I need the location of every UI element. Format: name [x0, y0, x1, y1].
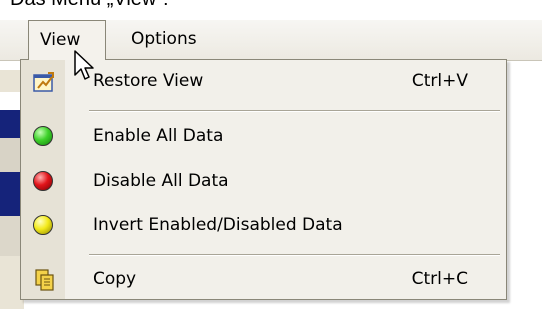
menu-item-disable-all-data[interactable]: Disable All Data	[21, 162, 506, 202]
menu-item-label: Disable All Data	[93, 171, 229, 191]
menu-item-enable-all-data[interactable]: Enable All Data	[21, 117, 506, 157]
page-caption: Das Menü „View“:	[10, 0, 169, 11]
green-dot-icon	[33, 126, 55, 148]
menu-item-invert-enabled-disabled-data[interactable]: Invert Enabled/Disabled Data	[21, 206, 506, 246]
mouse-cursor-icon	[74, 50, 94, 80]
restore-view-icon	[33, 71, 55, 93]
copy-icon	[33, 269, 55, 291]
menu-item-copy[interactable]: Copy Ctrl+C	[21, 260, 506, 300]
yellow-dot-icon	[33, 215, 55, 237]
menu-item-label: Invert Enabled/Disabled Data	[93, 215, 343, 235]
shortcut-label: Ctrl+V	[411, 71, 468, 91]
red-dot-icon	[33, 171, 55, 193]
menu-separator	[89, 110, 500, 112]
menu-separator	[89, 254, 500, 256]
shortcut-label: Ctrl+C	[411, 269, 468, 289]
menu-item-label: Enable All Data	[93, 126, 224, 146]
menu-options[interactable]: Options	[120, 20, 208, 58]
view-dropdown-menu: Restore View Ctrl+V Enable All Data Disa…	[20, 59, 507, 300]
menu-item-label: Restore View	[93, 71, 204, 91]
menu-item-label: Copy	[93, 269, 137, 289]
